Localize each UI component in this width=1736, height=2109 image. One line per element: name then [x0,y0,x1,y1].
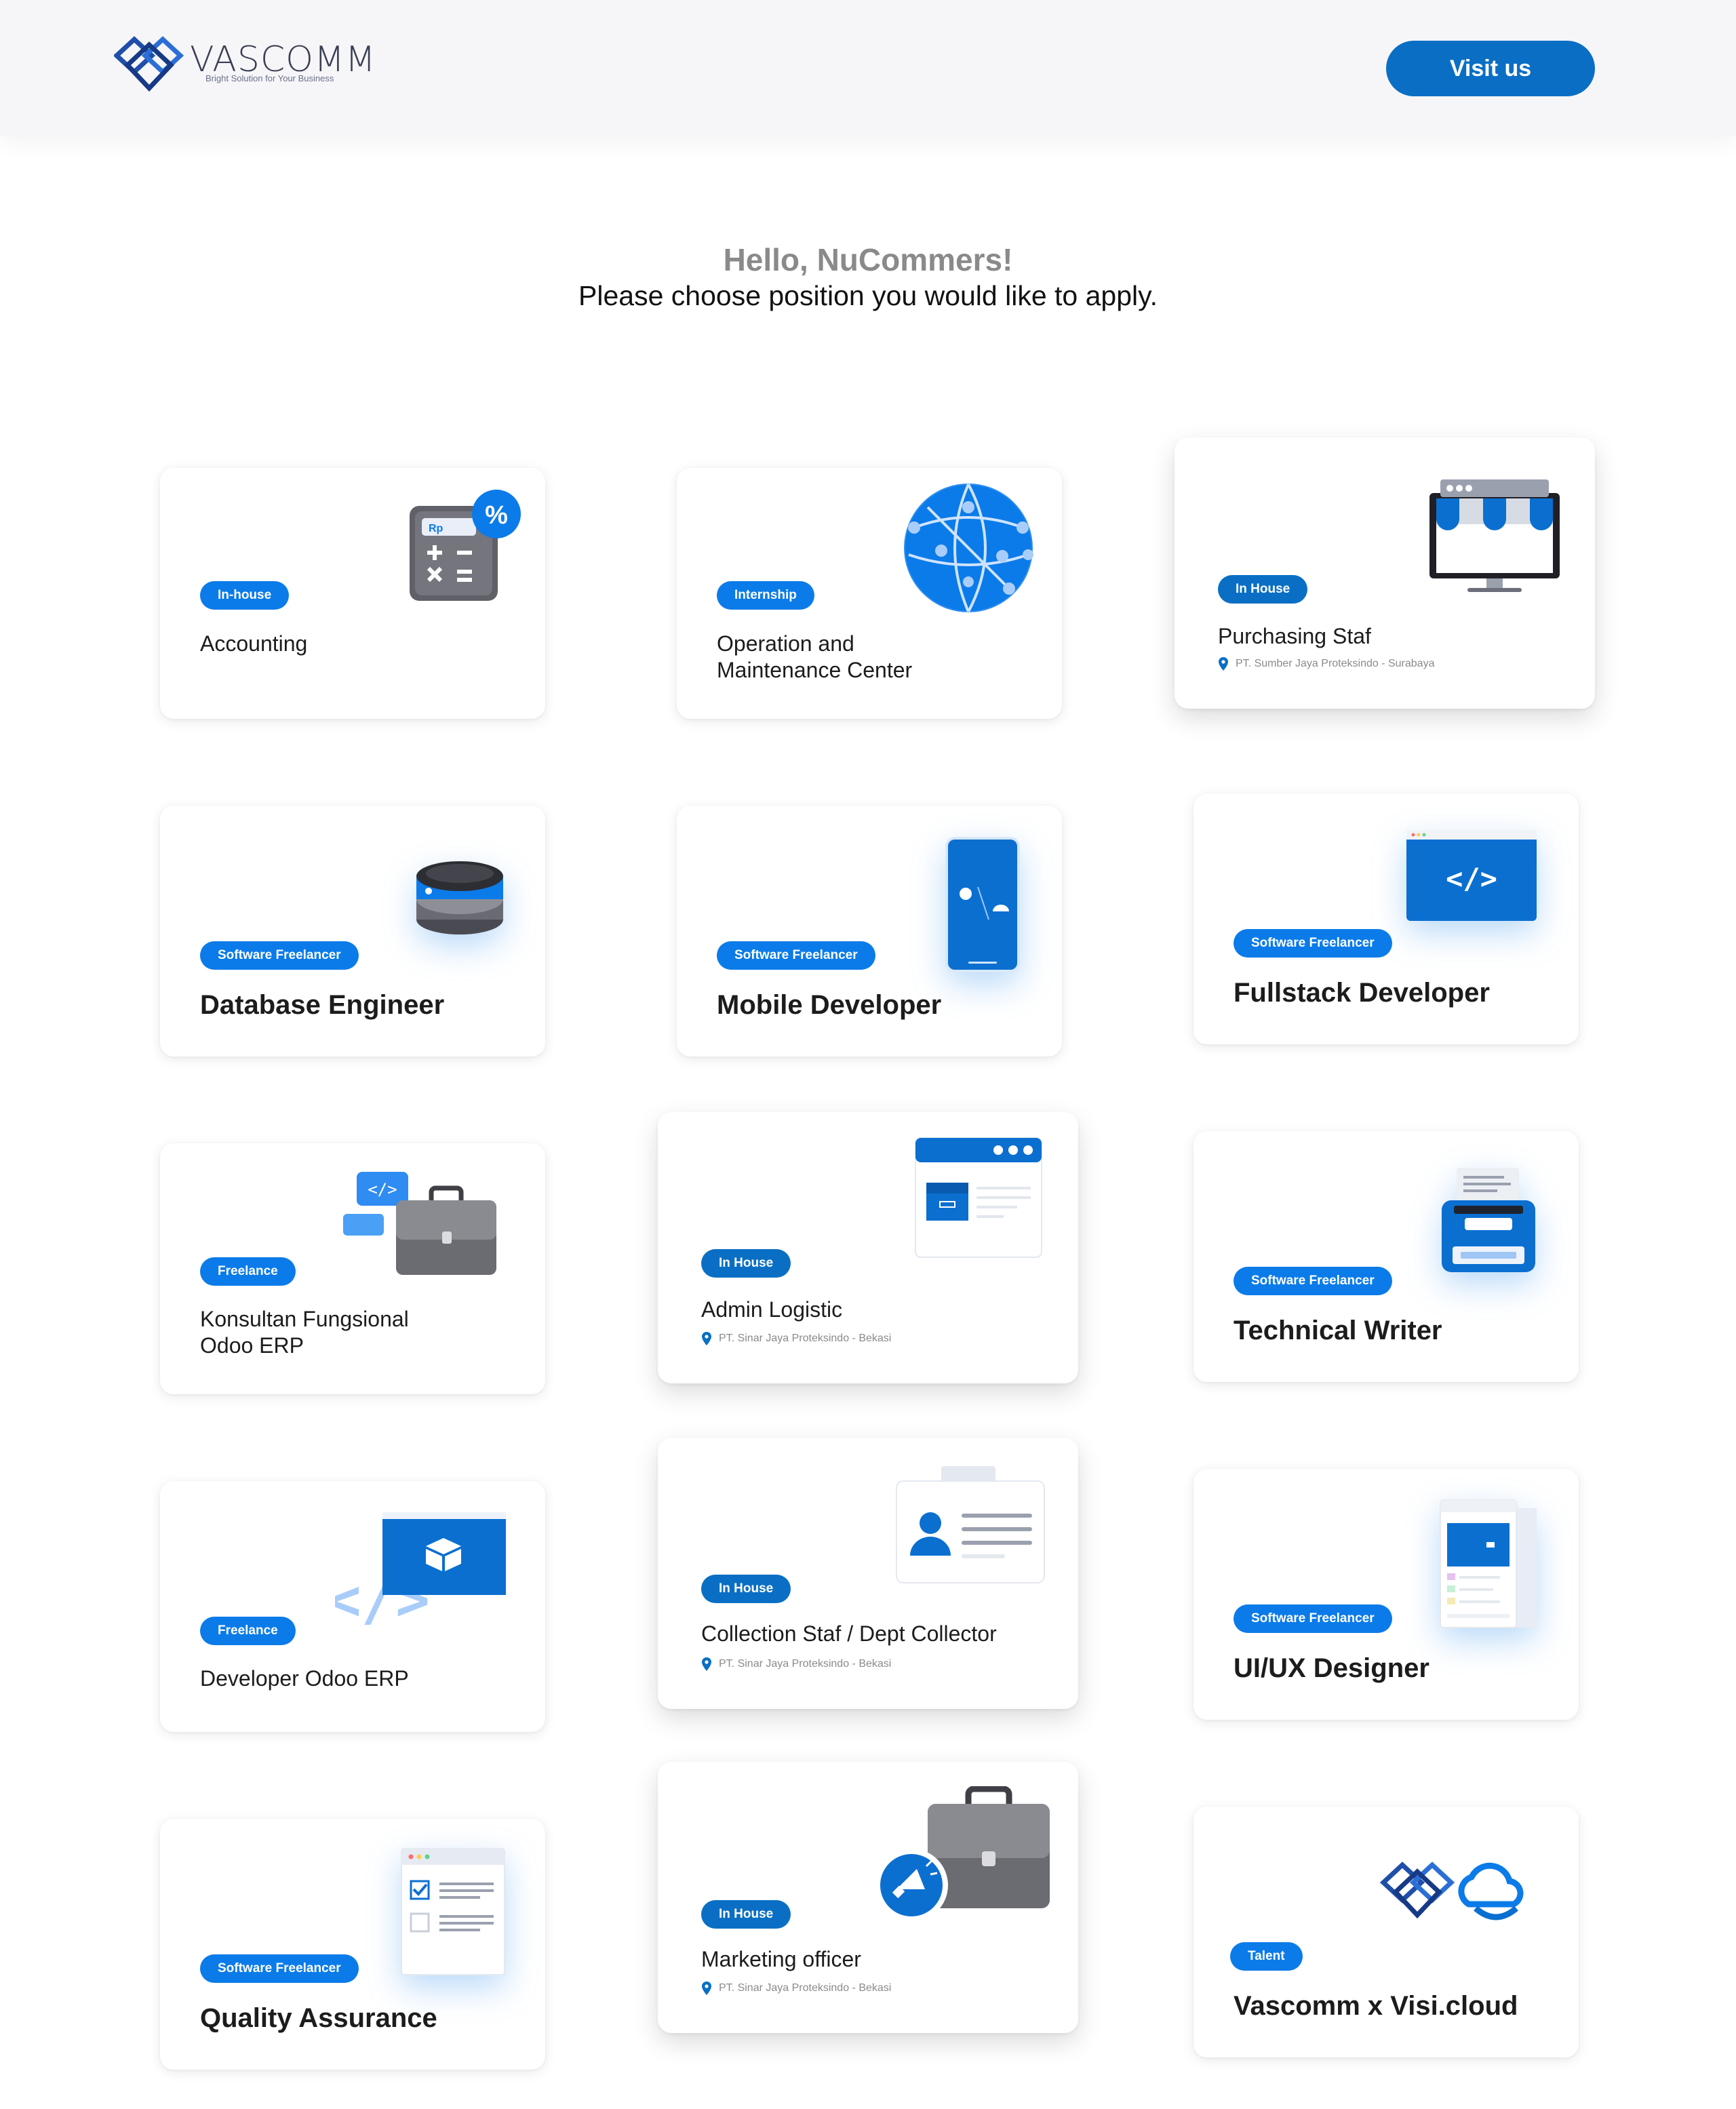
logistic-window-icon [915,1137,1042,1258]
position-tag: Freelance [200,1617,296,1645]
globe-network-icon [904,484,1033,612]
position-location-text: PT. Sinar Jaya Proteksindo - Bekasi [719,1982,892,1994]
vascomm-visicloud-logo-icon [1379,1861,1524,1920]
position-title: Collection Staf / Dept Collector [701,1621,997,1646]
code-window-icon: </> [1406,830,1537,921]
position-title: Admin Logistic [701,1297,843,1322]
location-pin-icon [1219,657,1228,671]
position-card-vascomm-visicloud[interactable]: Talent Vascomm x Visi.cloud [1194,1807,1579,2057]
position-title: Marketing officer [701,1947,861,1971]
svg-text:Rp: Rp [429,523,443,534]
position-tag: Software Freelancer [1234,1604,1392,1633]
position-tag: Internship [717,581,814,610]
position-tag: In House [1218,575,1308,604]
position-title-line2: Odoo ERP [200,1333,304,1358]
position-tag: Software Freelancer [1234,929,1392,958]
position-tag: Talent [1230,1942,1303,1971]
location-pin-icon [702,1982,711,1995]
svg-text:</>: </> [1446,862,1497,895]
position-tag: In-house [200,581,290,610]
position-location: PT. Sinar Jaya Proteksindo - Bekasi [701,1332,891,1345]
position-tag: In House [701,1249,791,1278]
location-pin-icon [702,1332,711,1345]
vascomm-logo[interactable]: VASCOMM Bright Solution for Your Busines… [114,35,376,92]
position-card-uiux-designer[interactable]: Software Freelancer UI/UX Designer [1194,1469,1579,1720]
typewriter-icon [1442,1168,1535,1272]
database-icon [416,861,503,934]
position-card-operation-maintenance[interactable]: Internship Operation and Maintenance Cen… [677,468,1062,719]
logo-tagline: Bright Solution for Your Business [205,73,334,83]
position-location: PT. Sinar Jaya Proteksindo - Bekasi [701,1657,891,1671]
position-title: UI/UX Designer [1234,1653,1429,1683]
position-title: Fullstack Developer [1234,978,1490,1008]
position-tag: Software Freelancer [717,941,875,970]
svg-text:%: % [485,501,508,530]
greeting-subtitle: Please choose position you would like to… [578,280,1158,311]
storefront-monitor-icon [1429,479,1560,592]
position-tag: In House [701,1900,791,1929]
position-tag: In House [701,1575,791,1603]
id-card-icon [896,1466,1045,1583]
position-location: PT. Sumber Jaya Proteksindo - Surabaya [1218,657,1434,671]
position-title: Mobile Developer [717,990,942,1020]
position-tag: Software Freelancer [1234,1267,1392,1295]
position-card-quality-assurance[interactable]: Software Freelancer Quality Assurance [160,1819,545,2070]
position-card-technical-writer[interactable]: Software Freelancer Technical Writer [1194,1131,1579,1382]
position-title: Technical Writer [1234,1316,1442,1345]
position-title: Vascomm x Visi.cloud [1234,1991,1518,2021]
position-tag: Software Freelancer [200,941,359,970]
ui-mockup-icon [1440,1499,1537,1628]
odoo-box-code-icon: </> [335,1512,506,1633]
position-title: Quality Assurance [200,2003,437,2033]
position-title: Purchasing Staf [1218,624,1371,648]
position-location-text: PT. Sinar Jaya Proteksindo - Bekasi [719,1333,892,1344]
location-pin-icon [702,1657,711,1671]
position-location-text: PT. Sumber Jaya Proteksindo - Surabaya [1236,658,1435,669]
position-title: Database Engineer [200,990,445,1020]
top-header: VASCOMM Bright Solution for Your Busines… [0,0,1736,136]
position-tag: Software Freelancer [200,1954,359,1983]
checklist-icon [401,1848,505,1975]
position-card-accounting[interactable]: Rp % In-house Accounting [160,468,545,719]
position-card-fullstack-developer[interactable]: </> Software Freelancer Fullstack Develo… [1194,793,1579,1044]
briefcase-code-icon: </> [343,1172,496,1275]
position-card-developer-odoo[interactable]: </> Freelance Developer Odoo ERP [160,1481,545,1732]
megaphone-briefcase-icon [875,1786,1050,1922]
position-card-collection-staf[interactable]: In House Collection Staf / Dept Collecto… [658,1438,1078,1709]
position-card-konsultan-odoo[interactable]: </> Freelance Konsultan Fungsional Odoo … [160,1143,545,1394]
position-title-line2: Maintenance Center [717,658,913,682]
visit-us-button[interactable]: Visit us [1386,41,1595,96]
svg-text:</>: </> [368,1180,397,1199]
position-location-text: PT. Sinar Jaya Proteksindo - Bekasi [719,1658,892,1670]
calculator-icon: Rp % [410,490,521,601]
position-title: Accounting [200,631,308,656]
position-card-purchasing-staf[interactable]: In House Purchasing Staf PT. Sumber Jaya… [1175,437,1595,709]
position-title-line1: Operation and [717,631,854,656]
position-title-line1: Konsultan Fungsional [200,1307,409,1331]
position-location: PT. Sinar Jaya Proteksindo - Bekasi [701,1982,891,1995]
position-tag: Freelance [200,1257,296,1286]
position-card-marketing-officer[interactable]: In House Marketing officer PT. Sinar Jay… [658,1762,1078,2033]
position-title: Developer Odoo ERP [200,1666,409,1691]
smartphone-icon [945,837,1020,972]
greeting-hello: Hello, NuCommers! [723,242,1013,277]
position-card-mobile-developer[interactable]: Software Freelancer Mobile Developer [677,806,1062,1057]
position-card-database-engineer[interactable]: Software Freelancer Database Engineer [160,806,545,1057]
position-card-admin-logistic[interactable]: In House Admin Logistic PT. Sinar Jaya P… [658,1112,1078,1383]
vascomm-logo-icon [114,36,184,92]
